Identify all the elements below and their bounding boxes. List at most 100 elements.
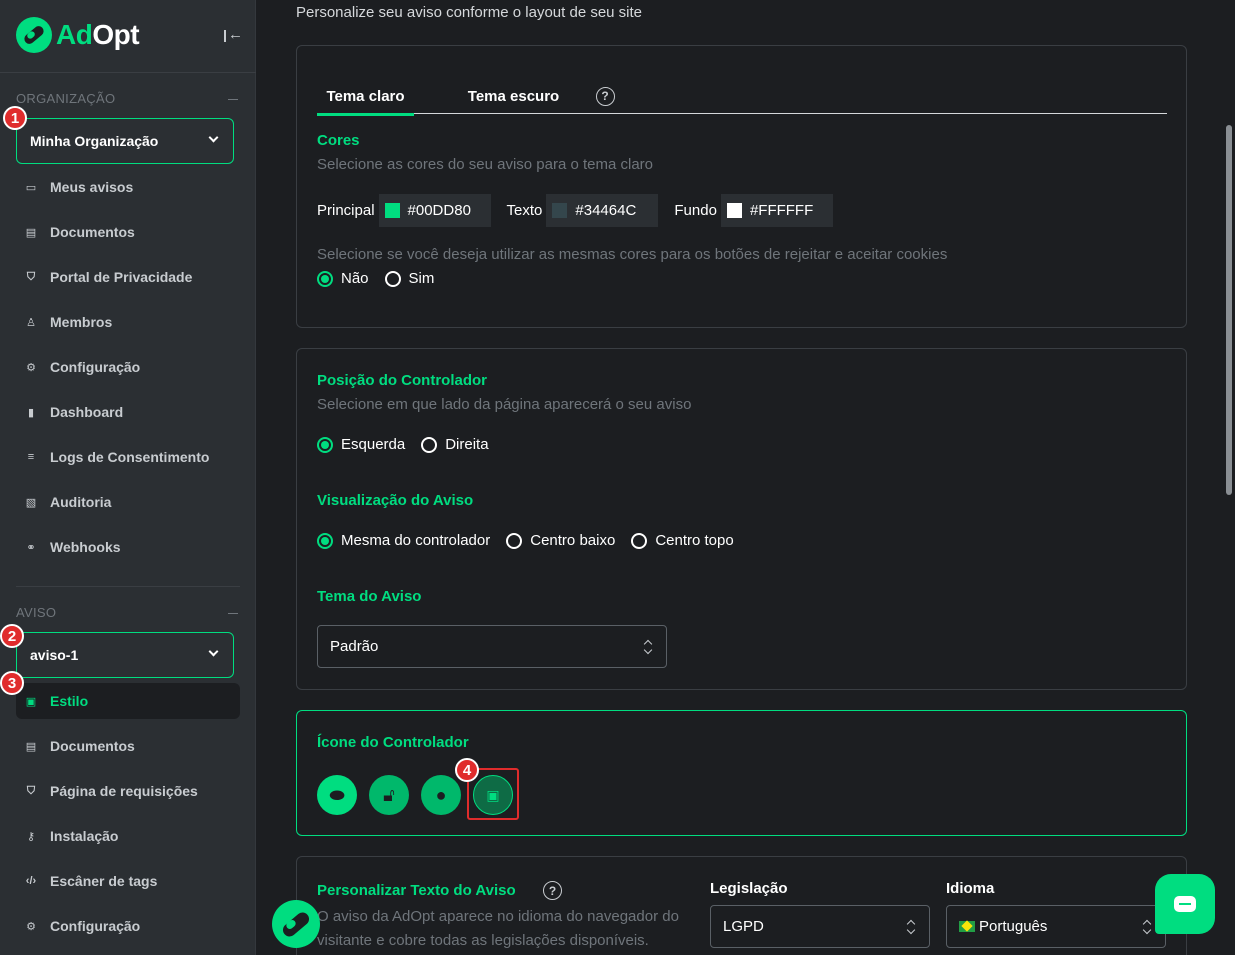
sidebar-item-meus-avisos[interactable]: ▭ Meus avisos bbox=[16, 169, 240, 205]
sidebar-item-label: Meus avisos bbox=[50, 179, 134, 195]
sidebar-item-label: Configuração bbox=[50, 918, 141, 934]
key-icon: ⚷ bbox=[26, 830, 36, 843]
sidebar-item-label: Escâner de tags bbox=[50, 873, 158, 889]
lock-icon: 🔓︎ bbox=[383, 784, 395, 805]
radio-sim[interactable] bbox=[384, 270, 401, 287]
step-badge-2: 2 bbox=[0, 624, 24, 648]
legislacao-select[interactable]: LGPD bbox=[710, 905, 930, 948]
organization-select-value: Minha Organização bbox=[30, 133, 159, 149]
radio-esquerda[interactable] bbox=[317, 436, 333, 453]
principal-color-input[interactable]: #00DD80 bbox=[378, 194, 491, 227]
step-badge-1: 1 bbox=[3, 106, 27, 130]
radio-centro-baixo[interactable] bbox=[506, 532, 523, 549]
step-badge-4: 4 bbox=[455, 758, 479, 782]
sidebar-item-label: Estilo bbox=[50, 693, 89, 709]
adopt-logo[interactable]: AdOpt bbox=[16, 17, 140, 53]
principal-label: Principal bbox=[317, 202, 375, 219]
radio-centro-topo[interactable] bbox=[631, 532, 648, 549]
updown-chevron-icon bbox=[907, 919, 915, 935]
texto-color-value: #34464C bbox=[575, 202, 637, 219]
idioma-select[interactable]: Português bbox=[946, 905, 1166, 948]
sidebar-item-dashboard[interactable]: ▮ Dashboard bbox=[16, 394, 240, 430]
bar-chart-icon: ▮ bbox=[27, 406, 35, 419]
scrollbar-thumb[interactable] bbox=[1226, 125, 1232, 495]
logo-text-opt: Opt bbox=[92, 19, 140, 50]
posicao-subtitle: Selecione em que lado da página aparecer… bbox=[317, 396, 692, 413]
sidebar-item-label: Dashboard bbox=[50, 404, 124, 420]
list-icon: ≡ bbox=[27, 451, 35, 463]
sidebar-item-label: Documentos bbox=[50, 224, 135, 240]
sidebar-item-documentos-aviso[interactable]: ▤ Documentos bbox=[16, 728, 240, 764]
sidebar-item-instalacao[interactable]: ⚷ Instalação bbox=[16, 818, 240, 854]
posicao-title: Posição do Controlador bbox=[317, 372, 488, 389]
sidebar-item-logs-consentimento[interactable]: ≡ Logs de Consentimento bbox=[16, 439, 240, 475]
sidebar-divider bbox=[0, 72, 256, 73]
document-icon: ▤ bbox=[25, 226, 37, 239]
same-colors-radio-group: Não Sim bbox=[317, 270, 450, 287]
sidebar-item-label: Documentos bbox=[50, 738, 135, 754]
chevron-down-icon bbox=[208, 646, 219, 657]
texto-color-input[interactable]: #34464C bbox=[546, 194, 659, 227]
sidebar-item-label: Portal de Privacidade bbox=[50, 269, 193, 285]
theme-tabs: Tema claro Tema escuro ? bbox=[317, 78, 1167, 116]
cookie-icon: ● bbox=[435, 784, 447, 805]
brazil-flag-icon bbox=[959, 920, 975, 932]
chat-icon: ▭ bbox=[25, 181, 37, 194]
tab-tema-escuro[interactable]: Tema escuro bbox=[457, 78, 570, 114]
gear-icon: ⚙ bbox=[26, 920, 36, 933]
sidebar-item-estilo[interactable]: ▣ Estilo bbox=[16, 683, 240, 719]
tab-tema-claro[interactable]: Tema claro bbox=[317, 78, 414, 116]
color-swatch bbox=[552, 203, 568, 218]
chat-support-button[interactable] bbox=[1155, 874, 1215, 934]
sidebar-item-auditoria[interactable]: ▧ Auditoria bbox=[16, 484, 240, 520]
legislacao-label: Legislação bbox=[710, 880, 788, 897]
main-content: Personalize seu aviso conforme o layout … bbox=[256, 0, 1222, 955]
idioma-value: Português bbox=[979, 918, 1048, 935]
controller-icon-option-cookie[interactable]: ● bbox=[421, 775, 461, 815]
sidebar-item-label: Webhooks bbox=[50, 539, 121, 555]
sidebar-item-webhooks[interactable]: ⚭ Webhooks bbox=[16, 529, 240, 565]
texto-aviso-title: Personalizar Texto do Aviso bbox=[317, 882, 516, 899]
visualization-radio-group: Mesma do controlador Centro baixo Centro… bbox=[317, 532, 750, 549]
sidebar-item-configuracao[interactable]: ⚙ Configuração bbox=[16, 349, 240, 385]
sidebar-item-configuracao-aviso[interactable]: ⚙ Configuração bbox=[16, 908, 240, 944]
updown-chevron-icon bbox=[1143, 919, 1151, 935]
collapse-aviso-icon[interactable] bbox=[228, 613, 238, 614]
logo-text-ad: Ad bbox=[56, 19, 93, 50]
floating-adopt-logo-icon[interactable] bbox=[272, 900, 320, 948]
radio-nao[interactable] bbox=[317, 270, 333, 287]
sidebar-item-label: Membros bbox=[50, 314, 113, 330]
fundo-label: Fundo bbox=[674, 202, 717, 219]
same-colors-question: Selecione se você deseja utilizar as mes… bbox=[317, 246, 948, 263]
color-swatch bbox=[726, 203, 742, 218]
sidebar-item-membros[interactable]: ♙ Membros bbox=[16, 304, 240, 340]
collapse-sidebar-icon[interactable]: ← bbox=[222, 26, 243, 44]
fundo-color-value: #FFFFFF bbox=[749, 202, 814, 219]
controller-icon-option-logo[interactable]: ⬬ bbox=[317, 775, 357, 815]
icone-title: Ícone do Controlador bbox=[317, 734, 469, 751]
controller-icon-option-lock[interactable]: 🔓︎ bbox=[369, 775, 409, 815]
scrollbar[interactable] bbox=[1222, 0, 1235, 955]
collapse-organizacao-icon[interactable] bbox=[228, 99, 238, 100]
adopt-logo-icon bbox=[16, 17, 52, 53]
organization-select[interactable]: Minha Organização bbox=[16, 118, 234, 164]
radio-direita[interactable] bbox=[421, 436, 438, 453]
gear-icon: ⚙ bbox=[26, 361, 36, 374]
logo-text: AdOpt bbox=[56, 19, 140, 51]
color-pickers: Principal #00DD80 Texto #34464C Fundo #F… bbox=[317, 194, 849, 227]
help-icon: ? bbox=[595, 86, 615, 106]
cores-subtitle: Selecione as cores do seu aviso para o t… bbox=[317, 156, 654, 173]
sidebar-item-documentos[interactable]: ▤ Documentos bbox=[16, 214, 240, 250]
help-icon[interactable]: ? bbox=[543, 881, 562, 900]
sidebar-item-portal-privacidade[interactable]: ⛉ Portal de Privacidade bbox=[16, 259, 240, 295]
tabs-help[interactable]: ? bbox=[595, 78, 615, 114]
sidebar-item-label: Logs de Consentimento bbox=[50, 449, 210, 465]
page-intro: Personalize seu aviso conforme o layout … bbox=[296, 4, 643, 21]
sidebar-item-pagina-requisicoes[interactable]: ⛉ Página de requisições bbox=[16, 773, 240, 809]
tema-aviso-select[interactable]: Padrão bbox=[317, 625, 667, 668]
fundo-color-input[interactable]: #FFFFFF bbox=[720, 194, 833, 227]
sidebar-item-escaner-tags[interactable]: ‹/› Escâner de tags bbox=[16, 863, 240, 899]
sidebar-item-label: Auditoria bbox=[50, 494, 112, 510]
aviso-select[interactable]: aviso-1 bbox=[16, 632, 234, 678]
radio-mesma-controlador[interactable] bbox=[317, 532, 333, 549]
